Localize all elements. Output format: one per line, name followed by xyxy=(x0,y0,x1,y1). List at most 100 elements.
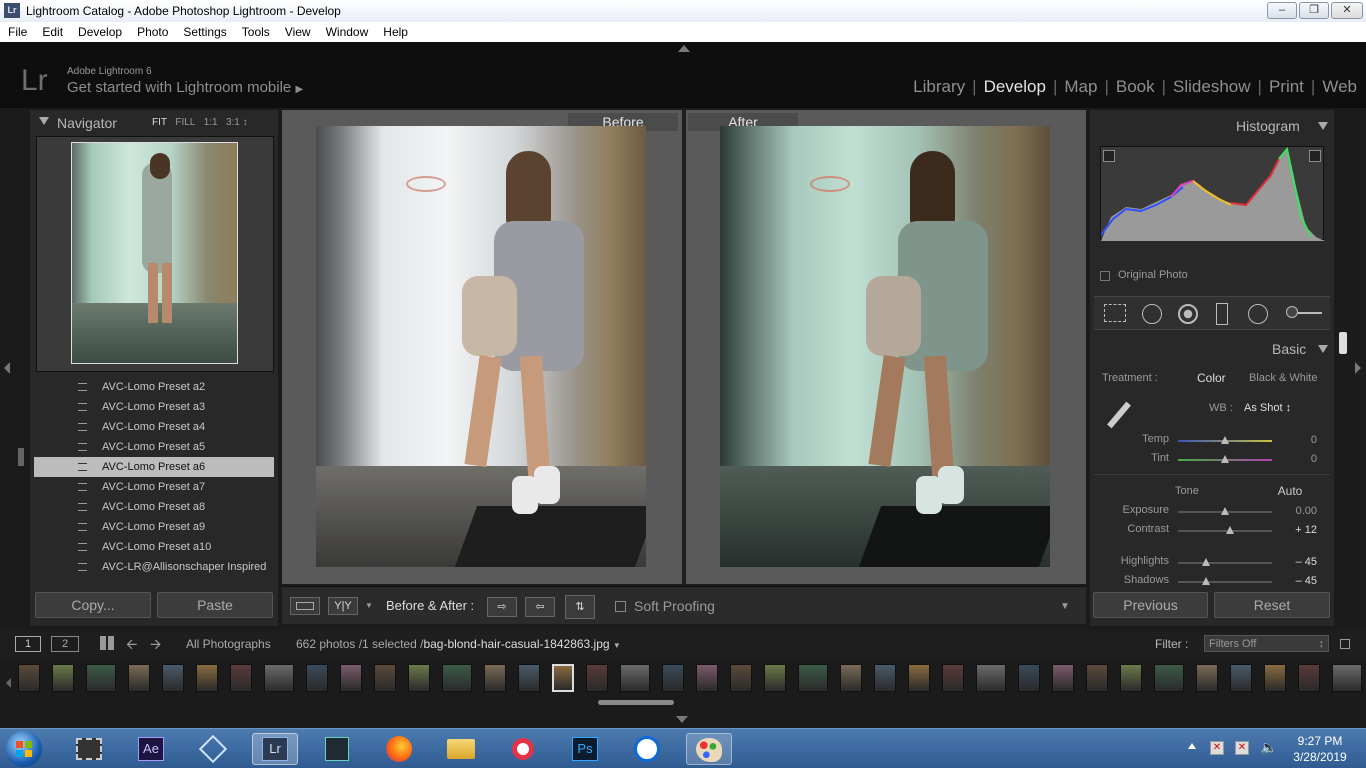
filmstrip-thumbnail[interactable] xyxy=(442,664,472,692)
preset-item[interactable]: AVC-Lomo Preset a3 xyxy=(34,397,274,417)
filmstrip-thumbnail[interactable] xyxy=(874,664,896,692)
filmstrip-thumbnail[interactable] xyxy=(1086,664,1108,692)
white-balance-picker-icon[interactable] xyxy=(1102,398,1136,432)
module-print[interactable]: Print xyxy=(1264,77,1309,96)
filmstrip-thumbnail[interactable] xyxy=(340,664,362,692)
filmstrip-scrollbar[interactable] xyxy=(598,700,674,705)
previous-button[interactable]: Previous xyxy=(1093,592,1208,618)
temp-value[interactable]: 0 xyxy=(1280,434,1317,446)
secondary-window-button[interactable]: 2 xyxy=(51,636,79,652)
copy-before-to-after-button[interactable]: ⇨ xyxy=(487,597,517,617)
menu-photo[interactable]: Photo xyxy=(129,22,175,39)
filmstrip-thumbnail[interactable] xyxy=(696,664,718,692)
toolbar-content-dropdown-icon[interactable]: ▼ xyxy=(1060,601,1070,612)
copy-after-to-before-button[interactable]: ⇦ xyxy=(525,597,555,617)
filmstrip-thumbnail[interactable] xyxy=(264,664,294,692)
histogram-collapse-icon[interactable] xyxy=(1318,122,1328,130)
filmstrip-thumbnail[interactable] xyxy=(306,664,328,692)
highlights-value[interactable]: – 45 xyxy=(1280,556,1317,568)
filmstrip-thumbnail[interactable] xyxy=(52,664,74,692)
filmora-icon[interactable] xyxy=(314,733,360,765)
highlight-clipping-icon[interactable] xyxy=(1309,150,1321,162)
left-scrollbar[interactable] xyxy=(18,448,24,466)
contrast-value[interactable]: + 12 xyxy=(1280,524,1317,536)
volume-icon[interactable]: 🔈 xyxy=(1260,739,1277,756)
radial-filter-icon[interactable] xyxy=(1248,304,1268,324)
disclosure-triangle-icon[interactable] xyxy=(39,117,49,125)
back-arrow-icon[interactable]: 🡨 xyxy=(126,634,137,658)
filmstrip-thumbnail[interactable] xyxy=(1154,664,1184,692)
mobile-prompt[interactable]: Get started with Lightroom mobile ▶ xyxy=(67,79,303,96)
collapse-right-panel-icon[interactable] xyxy=(1355,362,1361,374)
filmstrip-thumbnail[interactable] xyxy=(662,664,684,692)
adjustment-brush-icon[interactable] xyxy=(1286,306,1322,318)
filmstrip-thumbnail[interactable] xyxy=(86,664,116,692)
clock-time[interactable]: 9:27 PM xyxy=(1280,734,1360,748)
filmstrip-source[interactable]: All Photographs xyxy=(186,637,271,651)
contrast-slider[interactable] xyxy=(1178,530,1272,532)
filmstrip-thumbnail[interactable] xyxy=(518,664,540,692)
filmstrip-thumbnail[interactable] xyxy=(620,664,650,692)
preset-item-selected[interactable]: AVC-Lomo Preset a6 xyxy=(34,457,274,477)
zoom-fill[interactable]: FILL xyxy=(175,117,195,128)
filmstrip-thumbnail[interactable] xyxy=(230,664,252,692)
menu-file[interactable]: File xyxy=(0,22,34,39)
before-after-view-button[interactable]: Y|Y xyxy=(328,597,358,615)
menu-tools[interactable]: Tools xyxy=(234,22,277,39)
filmstrip-thumbnail[interactable] xyxy=(408,664,430,692)
auto-tone-button[interactable]: Auto xyxy=(1270,484,1310,498)
filmstrip-thumbnail[interactable] xyxy=(764,664,786,692)
copy-button[interactable]: Copy... xyxy=(35,592,151,618)
camera-app-icon[interactable] xyxy=(500,733,546,765)
clock-date[interactable]: 3/28/2019 xyxy=(1280,750,1360,764)
photoshop-icon[interactable]: Ps xyxy=(562,733,608,765)
forward-arrow-icon[interactable]: 🡪 xyxy=(150,634,161,658)
filmstrip-thumbnail[interactable] xyxy=(976,664,1006,692)
collapse-top-panel-icon[interactable] xyxy=(678,45,690,52)
exposure-value[interactable]: 0.00 xyxy=(1280,505,1317,517)
shadows-slider[interactable] xyxy=(1178,581,1272,583)
minimize-button[interactable]: – xyxy=(1267,2,1297,19)
reset-button[interactable]: Reset xyxy=(1214,592,1330,618)
zoom-3-1[interactable]: 3:1 xyxy=(226,117,240,128)
filmstrip-left-arrow-icon[interactable] xyxy=(6,678,11,688)
filmstrip-thumbnail[interactable] xyxy=(162,664,184,692)
module-web[interactable]: Web xyxy=(1317,77,1362,96)
action-center-icon[interactable]: ✕ xyxy=(1210,741,1224,755)
filmstrip-thumbnail[interactable] xyxy=(484,664,506,692)
view-dropdown-icon[interactable]: ▼ xyxy=(365,601,373,610)
filmstrip-thumbnail[interactable] xyxy=(840,664,862,692)
highlights-slider[interactable] xyxy=(1178,562,1272,564)
menu-develop[interactable]: Develop xyxy=(70,22,129,39)
paste-button[interactable]: Paste xyxy=(157,592,273,618)
collapse-bottom-panel-icon[interactable] xyxy=(676,716,688,723)
after-effects-icon[interactable]: Ae xyxy=(128,733,174,765)
module-map[interactable]: Map xyxy=(1059,77,1102,96)
swap-before-after-button[interactable]: ⇅ xyxy=(565,595,595,619)
main-window-button[interactable]: 1 xyxy=(15,636,41,652)
menu-edit[interactable]: Edit xyxy=(34,22,70,39)
preset-item[interactable]: AVC-Lomo Preset a7 xyxy=(34,477,274,497)
firefox-icon[interactable] xyxy=(376,733,422,765)
lightroom-taskbar-icon[interactable]: Lr xyxy=(252,733,298,765)
zoom-stepper-icon[interactable]: ↕ xyxy=(243,117,248,128)
preset-item[interactable]: AVC-LR@Allisonschaper Inspired xyxy=(34,557,274,577)
filmstrip-thumbnail[interactable] xyxy=(1052,664,1074,692)
preset-item[interactable]: AVC-Lomo Preset a2 xyxy=(34,378,274,397)
filmstrip-thumbnail[interactable] xyxy=(1332,664,1362,692)
soft-proofing-checkbox[interactable] xyxy=(615,601,626,612)
spot-removal-icon[interactable] xyxy=(1142,304,1162,324)
treatment-bw-option[interactable]: Black & White xyxy=(1249,372,1317,384)
contrast-slider-knob[interactable] xyxy=(1226,526,1234,534)
filmstrip-thumbnail[interactable] xyxy=(18,664,40,692)
preset-item[interactable]: AVC-Lomo Preset a4 xyxy=(34,417,274,437)
before-photo[interactable] xyxy=(316,126,646,567)
filmstrip-thumbnail[interactable] xyxy=(1120,664,1142,692)
filmstrip-thumbnail-selected[interactable] xyxy=(552,664,574,692)
filmstrip-info[interactable]: 662 photos /1 selected /bag-blond-hair-c… xyxy=(296,637,621,651)
module-library[interactable]: Library xyxy=(908,77,970,96)
filmstrip-thumbnail[interactable] xyxy=(1196,664,1218,692)
network-icon[interactable]: ✕ xyxy=(1235,741,1249,755)
histogram-chart[interactable] xyxy=(1100,146,1325,241)
close-button[interactable]: ✕ xyxy=(1331,2,1363,19)
